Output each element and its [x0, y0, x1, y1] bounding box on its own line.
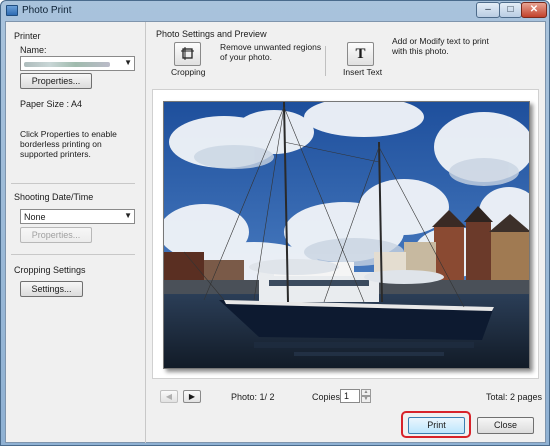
app-icon [6, 5, 18, 16]
printer-properties-button[interactable]: Properties... [20, 73, 92, 89]
cropping-caption: Cropping [171, 67, 206, 77]
printer-name-redacted [24, 62, 110, 67]
cropping-description: Remove unwanted regions of your photo. [220, 42, 322, 62]
copies-label: Copies: [312, 392, 343, 402]
next-photo-button[interactable]: ▶ [183, 390, 201, 403]
close-window-button[interactable]: ✕ [521, 2, 547, 18]
dropdown-arrow-icon: ▼ [124, 58, 132, 67]
minimize-button[interactable]: – [476, 2, 500, 18]
window-title: Photo Print [22, 5, 72, 16]
total-pages: Total: 2 pages [486, 392, 543, 402]
print-preview-area [152, 89, 539, 379]
photo-settings-panel: Photo Settings and Preview Cropping Remo… [147, 22, 547, 443]
paper-size-label: Paper Size : A4 [20, 99, 83, 109]
insert-text-description: Add or Modify text to print with this ph… [392, 36, 489, 56]
crop-icon [181, 47, 194, 60]
dialog-body: Printer Name: ▼ Properties... Paper Size… [5, 21, 546, 443]
photo-counter: Photo: 1/ 2 [231, 392, 275, 402]
borderless-note: Click Properties to enable borderless pr… [20, 129, 117, 159]
printer-name-label: Name: [20, 45, 47, 55]
title-bar[interactable]: Photo Print – □ ✕ [1, 1, 549, 21]
print-button-highlight [401, 411, 471, 438]
shooting-date-dropdown[interactable]: None ▼ [20, 209, 135, 224]
printer-section-label: Printer [14, 31, 41, 41]
photo-print-window: Photo Print – □ ✕ Printer Name: ▼ Proper… [0, 0, 550, 446]
shooting-date-properties-button[interactable]: Properties... [20, 227, 92, 243]
shooting-date-value: None [24, 212, 46, 222]
divider [11, 254, 135, 255]
insert-text-button[interactable]: T [347, 42, 374, 66]
printer-name-dropdown[interactable]: ▼ [20, 56, 135, 71]
maximize-button[interactable]: □ [499, 2, 522, 18]
settings-panel: Printer Name: ▼ Properties... Paper Size… [6, 22, 146, 443]
divider [11, 183, 135, 184]
text-icon: T [355, 46, 366, 62]
cropping-button[interactable] [174, 42, 201, 66]
close-button[interactable]: Close [477, 417, 534, 434]
photo-settings-label: Photo Settings and Preview [156, 29, 267, 39]
insert-text-caption: Insert Text [343, 67, 383, 77]
previous-photo-button[interactable]: ◀ [160, 390, 178, 403]
tool-separator [325, 46, 326, 76]
copies-input[interactable]: 1 [340, 389, 360, 403]
cropping-settings-button[interactable]: Settings... [20, 281, 83, 297]
copies-decrement-button[interactable]: ▼ [361, 396, 371, 403]
dropdown-arrow-icon: ▼ [124, 211, 132, 220]
cropping-settings-label: Cropping Settings [14, 265, 86, 275]
photo-preview [163, 101, 530, 369]
photo-preview-image [164, 102, 529, 368]
shooting-date-label: Shooting Date/Time [14, 192, 94, 202]
copies-increment-button[interactable]: ▲ [361, 389, 371, 396]
